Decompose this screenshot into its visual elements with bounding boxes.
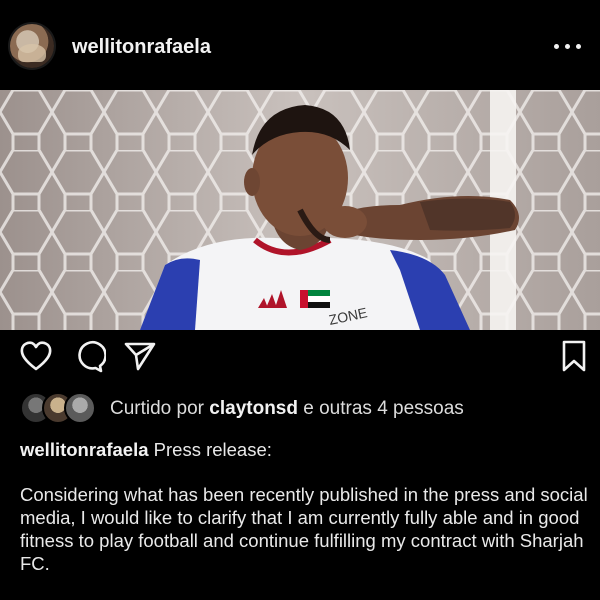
post-photo-art: ZONE xyxy=(0,90,600,330)
likes-suffix: e outras 4 pessoas xyxy=(303,398,464,419)
caption-body: Considering what has been recently publi… xyxy=(20,484,588,574)
likes-prefix: Curtido por xyxy=(110,398,204,419)
caption-title: Press release: xyxy=(153,439,272,460)
likes-user[interactable]: claytonsd xyxy=(209,398,298,419)
more-options-icon[interactable] xyxy=(554,38,582,54)
instagram-post: wellitonrafaela ZONE Curtido por clayton… xyxy=(0,0,600,600)
bookmark-icon[interactable] xyxy=(556,338,592,374)
liker-avatar[interactable] xyxy=(64,392,96,424)
post-header: wellitonrafaela xyxy=(0,0,600,90)
comment-icon[interactable] xyxy=(70,338,106,374)
likes-summary[interactable]: Curtido por claytonsd e outras 4 pessoas xyxy=(110,398,464,420)
post-actions xyxy=(0,330,600,386)
post-photo[interactable]: ZONE xyxy=(0,90,600,330)
post-username[interactable]: wellitonrafaela xyxy=(72,36,211,59)
send-icon[interactable] xyxy=(122,338,158,374)
caption-header: wellitonrafaela Press release: xyxy=(20,438,590,461)
caption-username[interactable]: wellitonrafaela xyxy=(20,439,149,460)
profile-avatar[interactable] xyxy=(10,24,54,68)
post-caption: wellitonrafaela Press release: Consideri… xyxy=(20,438,590,575)
heart-icon[interactable] xyxy=(18,338,54,374)
